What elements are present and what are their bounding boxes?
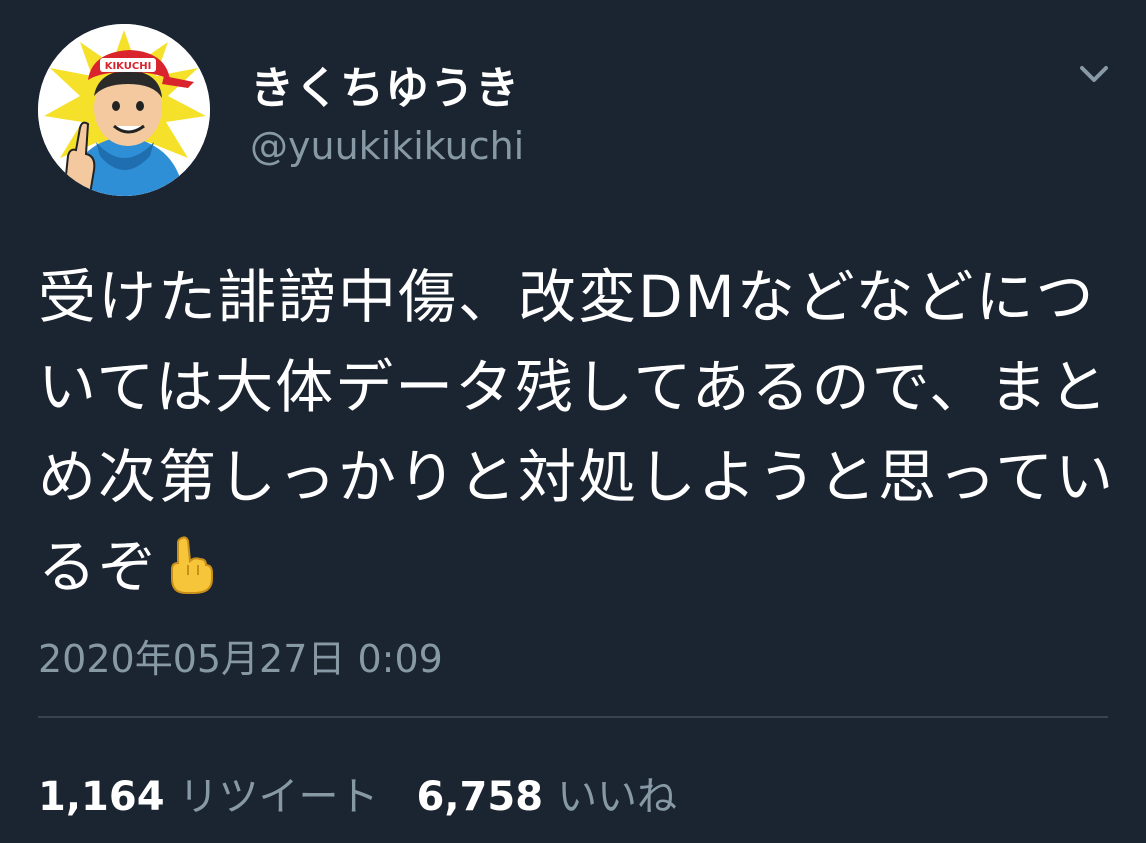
- like-label: いいね: [557, 774, 678, 820]
- cap-logo: KIKUCHI: [105, 61, 152, 72]
- display-name[interactable]: きくちゆうき: [250, 52, 520, 116]
- divider: [38, 716, 1108, 718]
- cartoon-avatar-icon: KIKUCHI: [38, 24, 210, 196]
- likes-stat[interactable]: 6,758 いいね: [417, 764, 678, 822]
- retweet-label: リツイート: [178, 774, 379, 820]
- like-count: 6,758: [416, 774, 544, 820]
- retweet-count: 1,164: [38, 774, 165, 820]
- user-handle[interactable]: @yuukikikuchi: [250, 124, 524, 168]
- chevron-down-icon: [1080, 66, 1108, 82]
- avatar[interactable]: KIKUCHI: [38, 24, 210, 196]
- tweet-detail: KIKUCHI きくちゆうき @yuukikikuchi 受けた誹謗中傷、改変D…: [0, 0, 1146, 843]
- tweet-stats: 1,164 リツイート 6,758 いいね: [38, 764, 715, 822]
- tweet-body: 受けた誹謗中傷、改変DMなどなどについては大体データ残してあるので、まとめ次第し…: [38, 252, 1118, 620]
- tweet-timestamp[interactable]: 2020年05月27日 0:09: [38, 628, 443, 683]
- pointing-up-hand-icon: [164, 530, 216, 620]
- tweet-menu-button[interactable]: [1072, 56, 1116, 92]
- retweets-stat[interactable]: 1,164 リツイート: [38, 764, 379, 822]
